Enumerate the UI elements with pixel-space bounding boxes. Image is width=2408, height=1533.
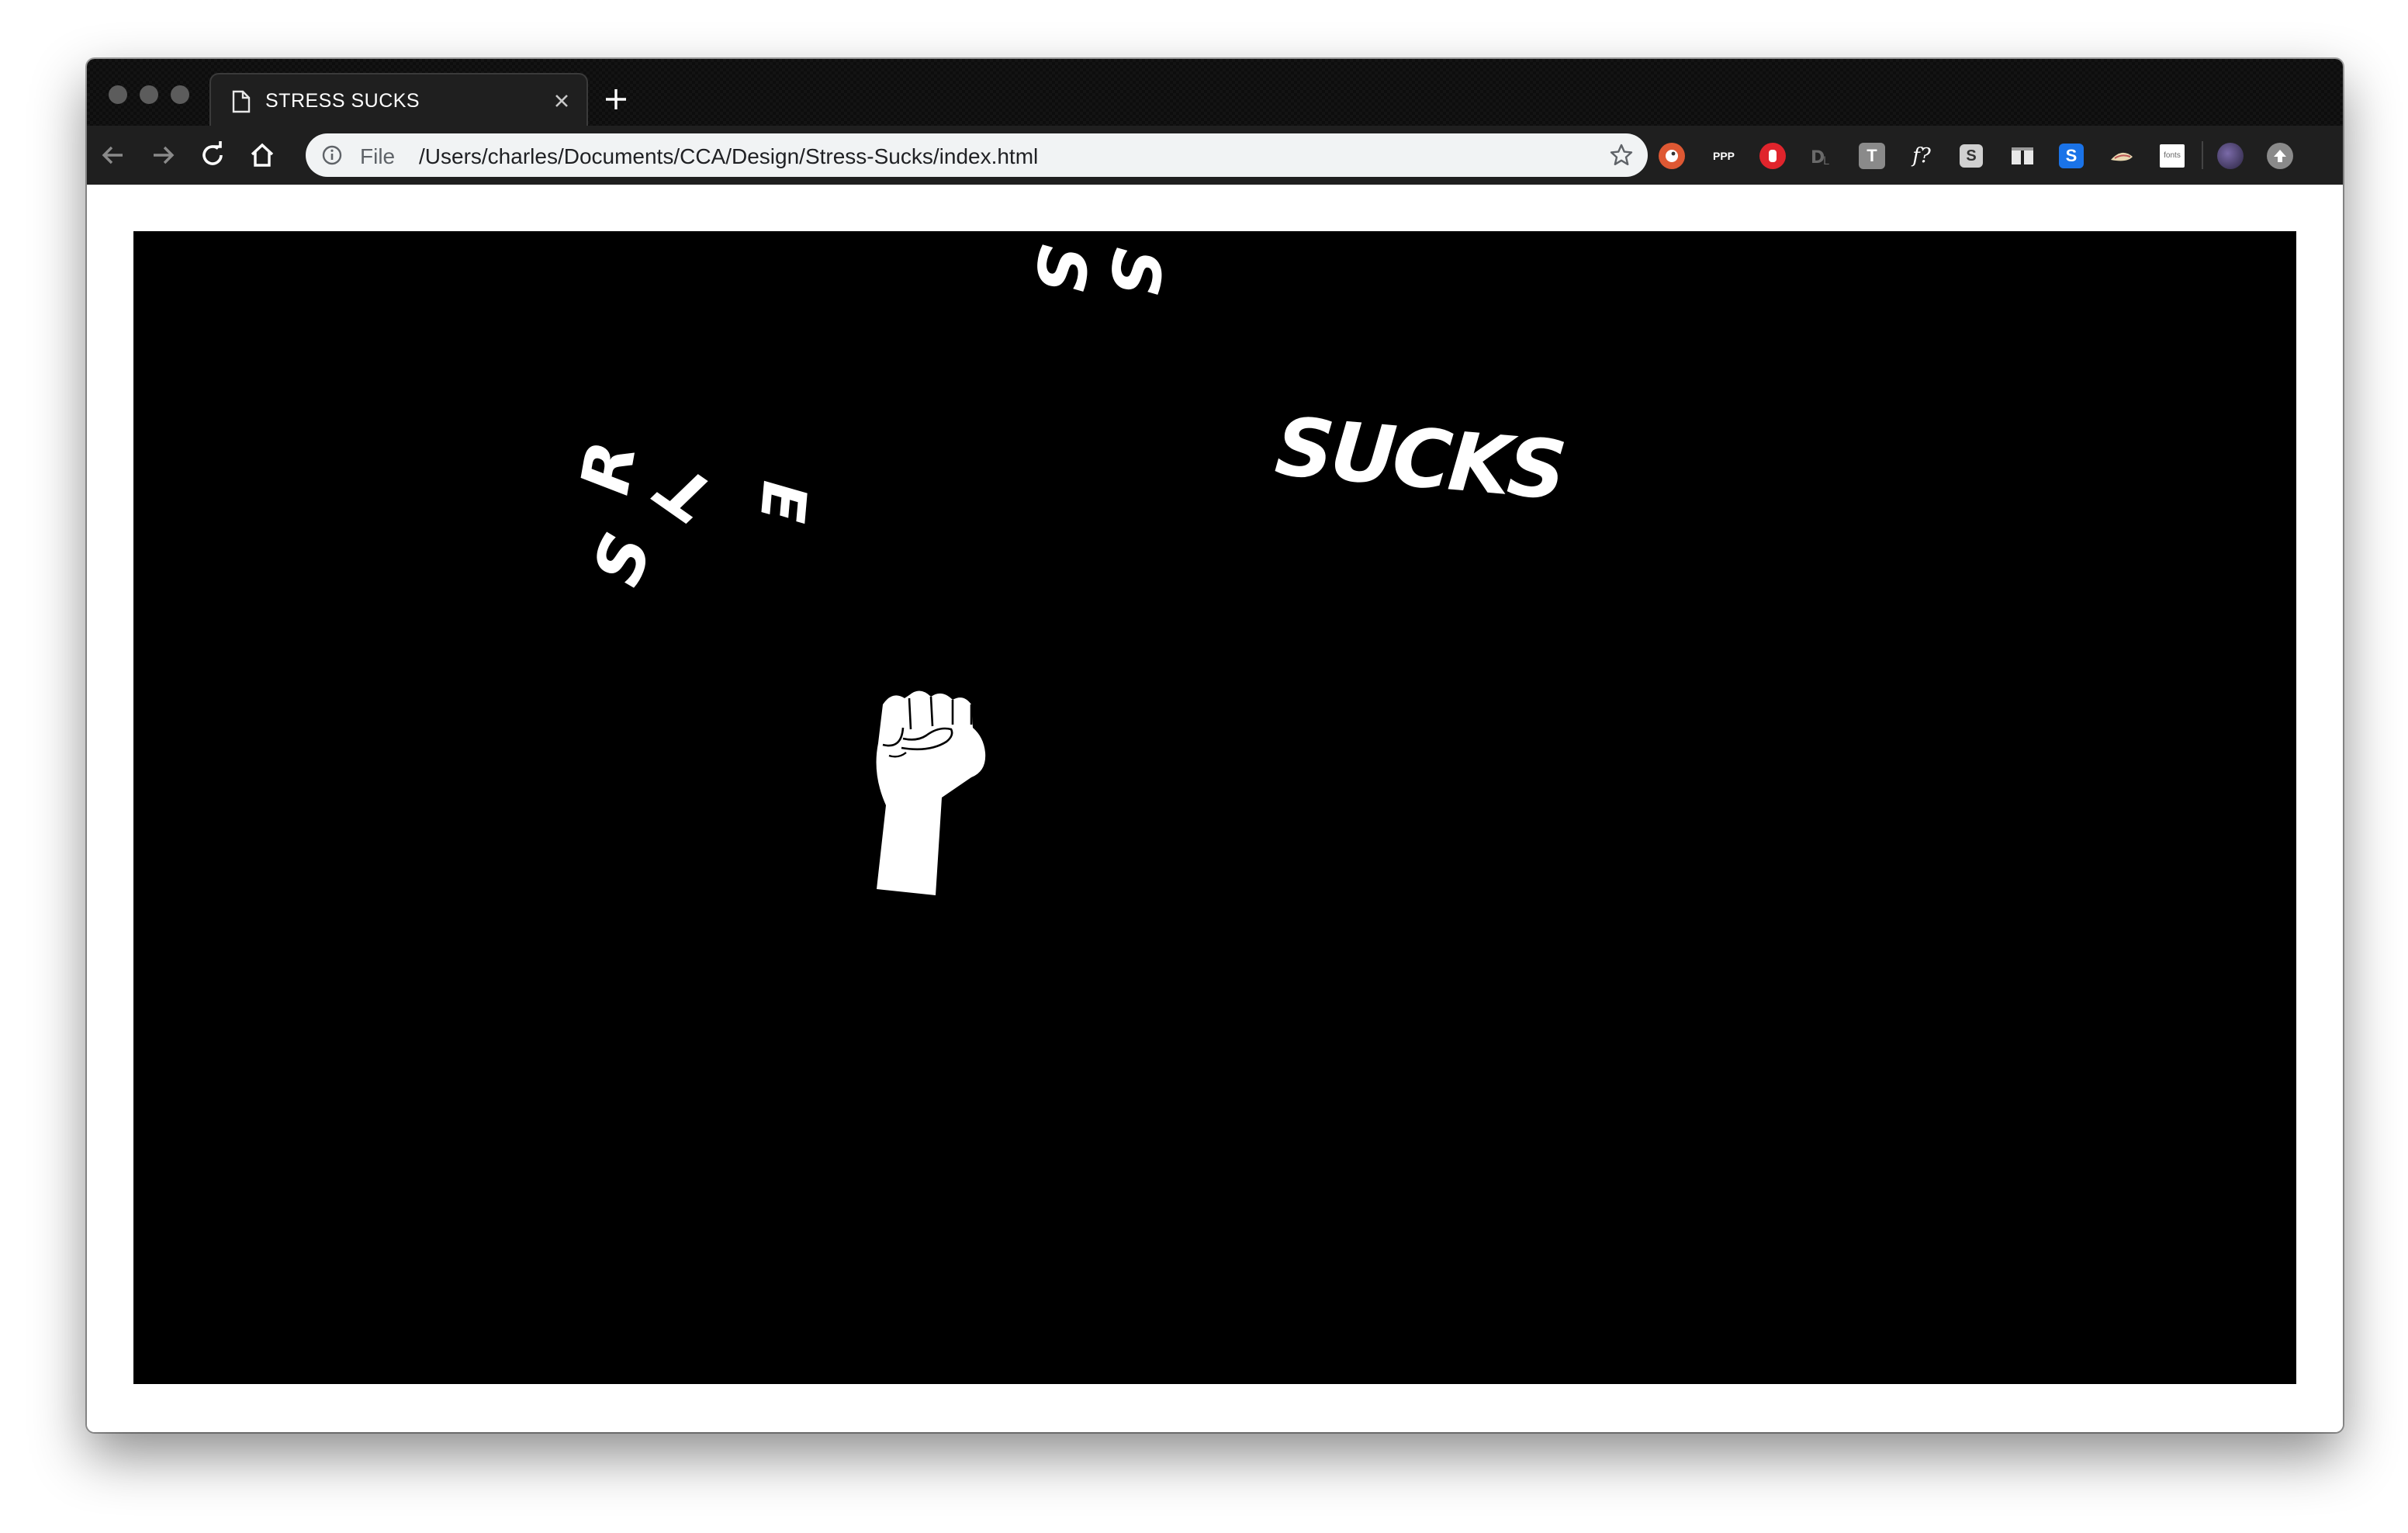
update-arrow-icon bbox=[2274, 150, 2286, 162]
new-tab-button[interactable] bbox=[604, 87, 628, 112]
back-icon[interactable] bbox=[98, 140, 129, 171]
tab-stress-sucks[interactable]: STRESS SUCKS bbox=[209, 73, 588, 127]
close-window-button[interactable] bbox=[109, 85, 127, 104]
forward-icon[interactable] bbox=[147, 140, 178, 171]
url-text[interactable]: /Users/charles/Documents/CCA/Design/Stre… bbox=[419, 144, 1038, 169]
tab-strip: STRESS SUCKS bbox=[87, 59, 2343, 127]
dl-icon[interactable]: DL bbox=[1809, 143, 1835, 169]
toolbar-divider bbox=[2202, 141, 2203, 169]
stress-letter-s1: S bbox=[578, 523, 668, 596]
profile-avatar[interactable] bbox=[2217, 143, 2244, 169]
columns-icon[interactable] bbox=[2009, 143, 2036, 169]
browser-toolbar: File /Users/charles/Documents/CCA/Design… bbox=[87, 126, 2343, 186]
svg-text:L: L bbox=[1823, 155, 1829, 168]
maximize-window-button[interactable] bbox=[171, 85, 189, 104]
sucks-word: SUCKS bbox=[1271, 399, 1567, 518]
info-icon[interactable] bbox=[321, 144, 343, 166]
browser-window: STRESS SUCKS File /Users/charles/Documen… bbox=[87, 59, 2343, 1432]
bookmark-star-icon[interactable] bbox=[1609, 143, 1634, 168]
dl-glyph-icon: DL bbox=[1811, 148, 1829, 168]
reload-icon[interactable] bbox=[197, 140, 228, 171]
stress-letter-s2: S bbox=[1019, 241, 1102, 297]
home-icon[interactable] bbox=[247, 140, 278, 171]
columns-glyph-icon bbox=[2012, 147, 2033, 164]
ppp-icon[interactable]: PPP bbox=[1708, 143, 1739, 169]
address-bar[interactable]: File /Users/charles/Documents/CCA/Design… bbox=[306, 133, 1648, 177]
adblock-icon[interactable] bbox=[1759, 143, 1786, 169]
duckduckgo-icon[interactable] bbox=[1659, 143, 1685, 169]
s-blue-icon[interactable]: S bbox=[2059, 144, 2084, 168]
page-viewport: S T R E S S SUCKS bbox=[87, 185, 2343, 1432]
text-t-icon[interactable]: T bbox=[1859, 143, 1885, 169]
menu-icon[interactable] bbox=[2267, 143, 2293, 169]
whatfont-icon[interactable]: f? bbox=[1908, 143, 1935, 169]
minimize-window-button[interactable] bbox=[140, 85, 158, 104]
stress-letter-e: E bbox=[746, 478, 819, 526]
wappalyzer-icon[interactable] bbox=[2109, 143, 2135, 169]
scheme-label: File bbox=[360, 144, 396, 168]
fonts-icon[interactable]: fonts bbox=[2160, 144, 2185, 168]
animation-stage: S T R E S S SUCKS bbox=[133, 231, 2296, 1384]
stress-letter-t: T bbox=[646, 449, 727, 538]
stress-letter-r: R bbox=[566, 435, 652, 500]
s-grey-icon[interactable]: S bbox=[1960, 144, 1983, 168]
document-icon bbox=[232, 90, 251, 113]
stress-letter-s3: S bbox=[1094, 244, 1176, 300]
close-tab-icon[interactable] bbox=[552, 92, 571, 110]
hat-glyph-icon bbox=[2111, 152, 2133, 161]
tab-title: STRESS SUCKS bbox=[265, 90, 420, 112]
raised-fist-icon bbox=[876, 690, 986, 895]
hand-stop-icon bbox=[1769, 150, 1777, 162]
duck-glyph-icon bbox=[1666, 150, 1678, 162]
